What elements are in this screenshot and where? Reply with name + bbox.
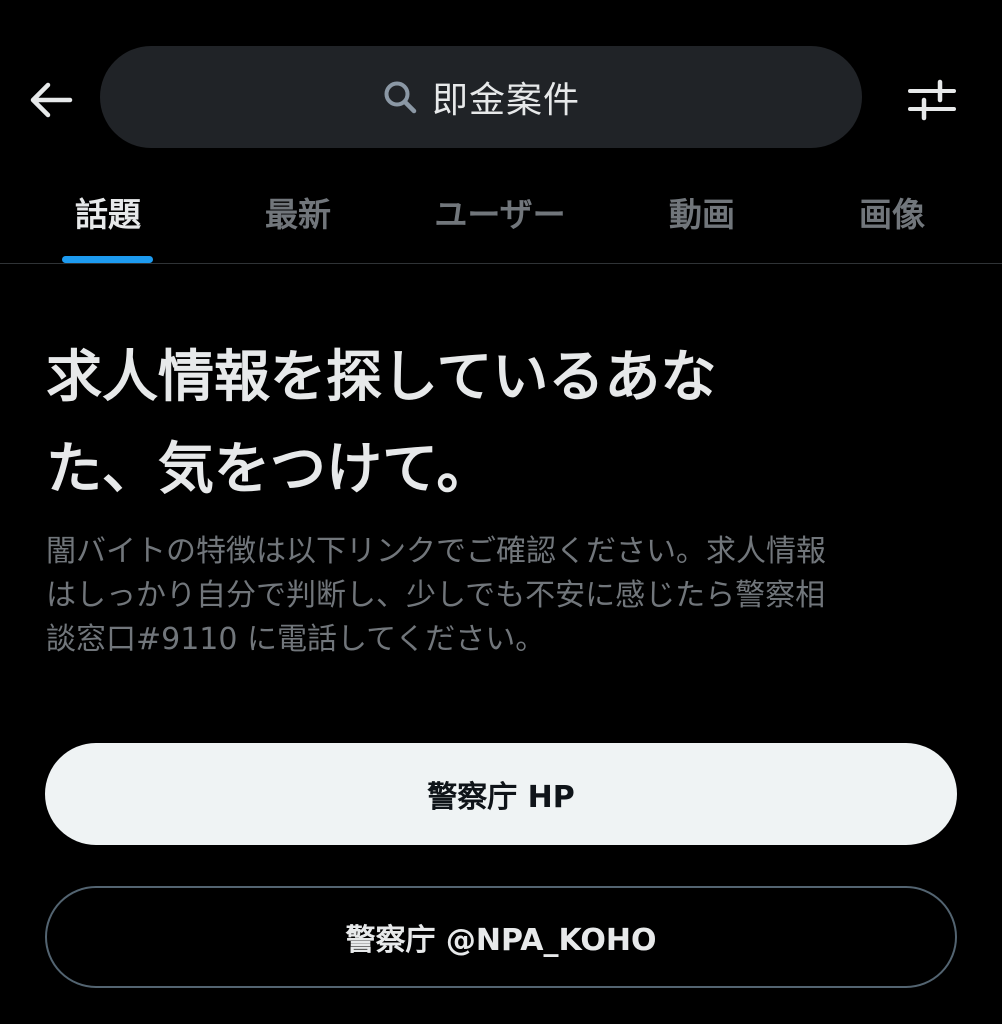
search-settings-button[interactable] — [902, 72, 962, 128]
headline-line-1: 求人情報を探しているあな — [46, 345, 717, 410]
tab-people[interactable]: ユーザー — [400, 160, 600, 263]
notice-body: 闇バイトの特徴は以下リンクでご確認ください。求人情報 はしっかり自分で判断し、少… — [46, 530, 966, 662]
body-line-3: 談窓口#9110 に電話してください。 — [46, 622, 546, 657]
npa-website-button[interactable]: 警察庁 HP — [45, 743, 957, 845]
tab-latest[interactable]: 最新 — [212, 160, 384, 263]
headline-line-2: た、気をつけて。 — [46, 437, 493, 502]
body-line-2: はしっかり自分で判断し、少しでも不安に感じたら警察相 — [46, 578, 826, 613]
search-query: 即金案件 — [431, 80, 580, 121]
body-line-1: 闇バイトの特徴は以下リンクでご確認ください。求人情報 — [46, 534, 826, 569]
tab-bar: 話題 最新 ユーザー 動画 画像 — [0, 160, 1002, 264]
sliders-icon — [908, 79, 956, 121]
npa-website-button-label: 警察庁 HP — [427, 780, 575, 815]
active-tab-indicator — [62, 256, 153, 263]
notice-headline: 求人情報を探しているあな た、気をつけて。 — [46, 332, 946, 516]
npa-account-button-label: 警察庁 @NPA_KOHO — [345, 923, 657, 958]
npa-account-button[interactable]: 警察庁 @NPA_KOHO — [45, 886, 957, 988]
tab-images[interactable]: 画像 — [806, 160, 978, 263]
tab-top[interactable]: 話題 — [22, 160, 194, 263]
search-icon — [384, 81, 417, 114]
back-button[interactable] — [22, 72, 78, 128]
tab-videos[interactable]: 動画 — [616, 160, 788, 263]
search-bar[interactable]: 即金案件 — [100, 46, 862, 148]
top-bar: 即金案件 — [0, 0, 1002, 160]
arrow-left-icon — [30, 82, 73, 118]
